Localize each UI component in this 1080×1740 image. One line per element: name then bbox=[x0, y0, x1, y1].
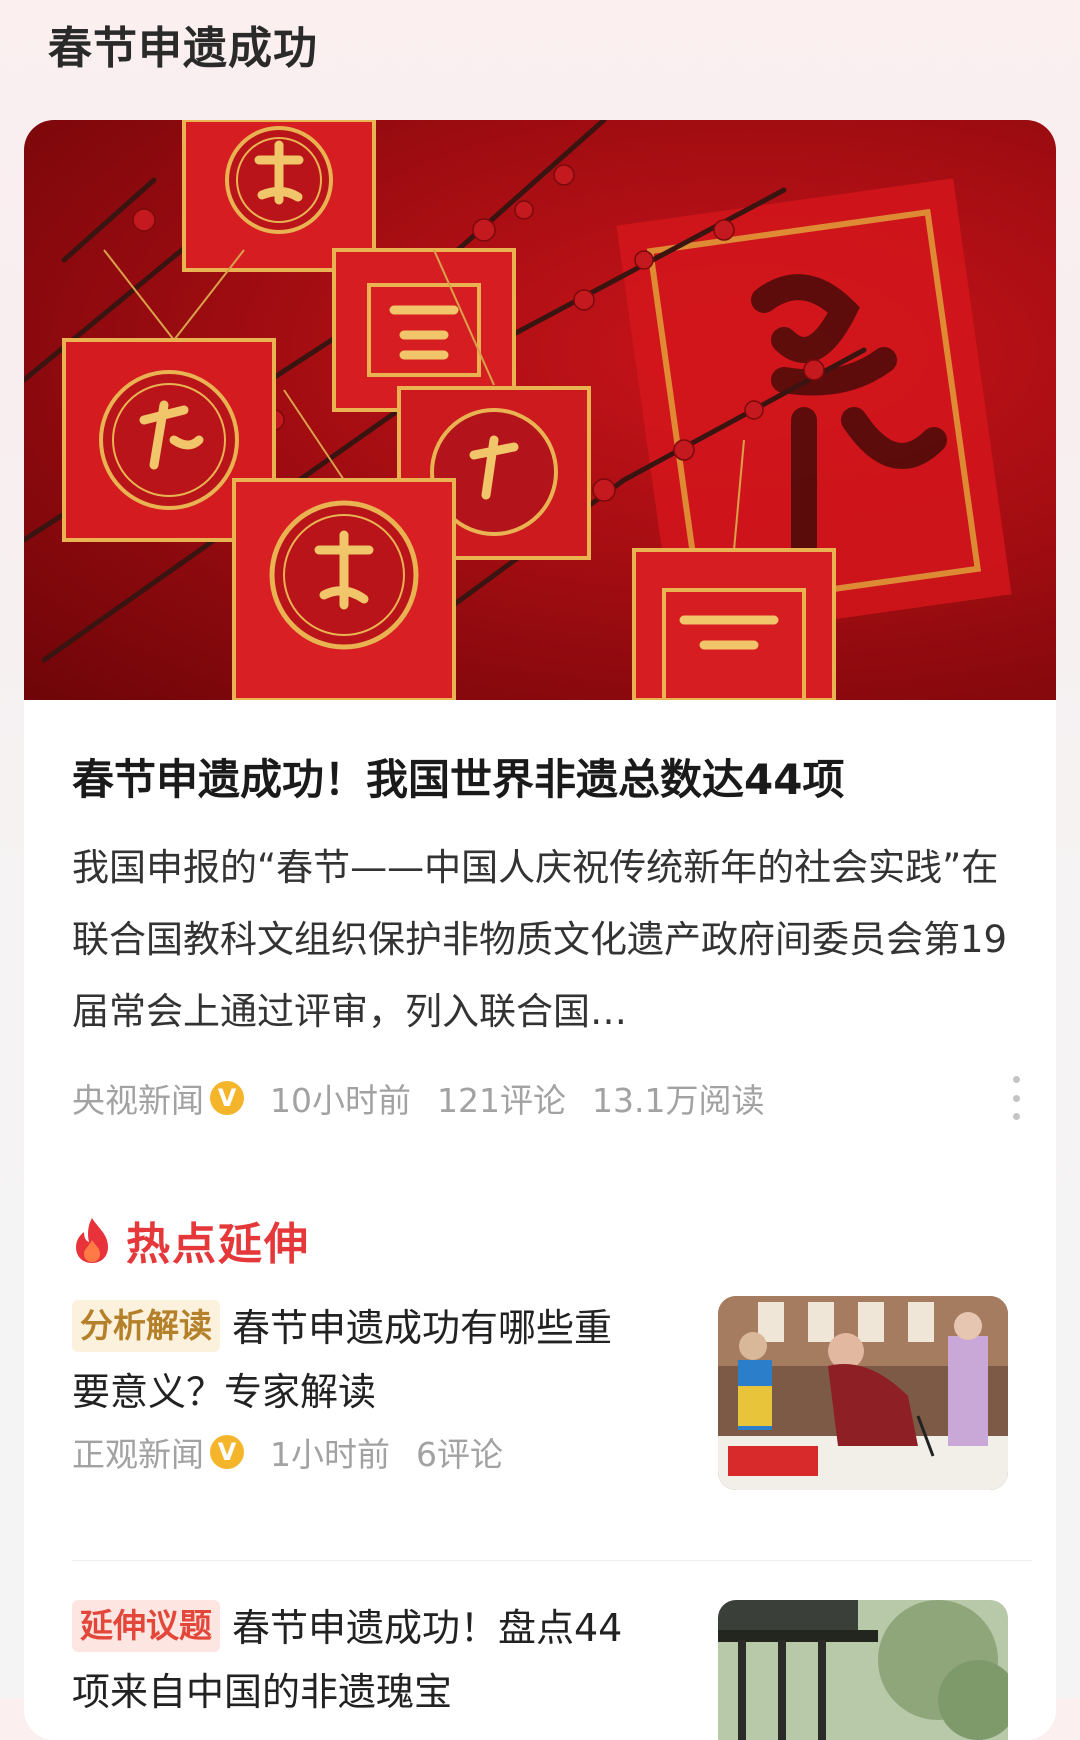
related-comments[interactable]: 6评论 bbox=[416, 1428, 503, 1476]
hero-illustration bbox=[24, 120, 1012, 700]
related-thumbnail[interactable] bbox=[718, 1296, 1008, 1490]
garden-scene-illustration bbox=[718, 1600, 1008, 1740]
verified-icon: V bbox=[210, 1435, 244, 1469]
hot-extension-header: 热点延伸 bbox=[72, 1210, 310, 1270]
article-meta: 央视新闻 V 10小时前 121评论 13.1万阅读 bbox=[72, 1070, 1032, 1126]
article-summary[interactable]: 我国申报的“春节——中国人庆祝传统新年的社会实践”在联合国教科文组织保护非物质文… bbox=[72, 832, 1017, 1048]
tag-extend: 延伸议题 bbox=[72, 1600, 220, 1652]
related-meta: 正观新闻 V 1小时前 6评论 bbox=[72, 1428, 529, 1476]
calligraphy-scene-illustration bbox=[718, 1296, 1008, 1490]
fire-icon bbox=[76, 1218, 108, 1263]
related-item[interactable]: 延伸议题 春节申遗成功！盘点44项来自中国的非遗瑰宝 bbox=[72, 1600, 1032, 1740]
hero-image[interactable] bbox=[24, 120, 1056, 700]
article-source[interactable]: 央视新闻 bbox=[72, 1074, 204, 1122]
verified-icon: V bbox=[210, 1081, 244, 1115]
section-title: 热点延伸 bbox=[126, 1219, 310, 1270]
more-vertical-icon[interactable] bbox=[1006, 1076, 1026, 1120]
related-thumbnail[interactable] bbox=[718, 1600, 1008, 1740]
divider bbox=[72, 1560, 1032, 1561]
news-card[interactable]: 春节申遗成功！我国世界非遗总数达44项 我国申报的“春节——中国人庆祝传统新年的… bbox=[24, 120, 1056, 1740]
tag-analysis: 分析解读 bbox=[72, 1300, 220, 1352]
related-source[interactable]: 正观新闻 bbox=[72, 1428, 204, 1476]
article-time: 10小时前 bbox=[270, 1081, 411, 1120]
article-comments[interactable]: 121评论 bbox=[437, 1074, 566, 1122]
article-reads: 13.1万阅读 bbox=[592, 1081, 765, 1120]
related-time: 1小时前 bbox=[270, 1435, 390, 1474]
article-headline[interactable]: 春节申遗成功！我国世界非遗总数达44项 bbox=[72, 752, 1012, 808]
topic-title[interactable]: 春节申遗成功 bbox=[48, 12, 318, 76]
related-item[interactable]: 分析解读 春节申遗成功有哪些重要意义？专家解读 正观新闻 V 1小时前 6评论 bbox=[72, 1296, 1032, 1496]
